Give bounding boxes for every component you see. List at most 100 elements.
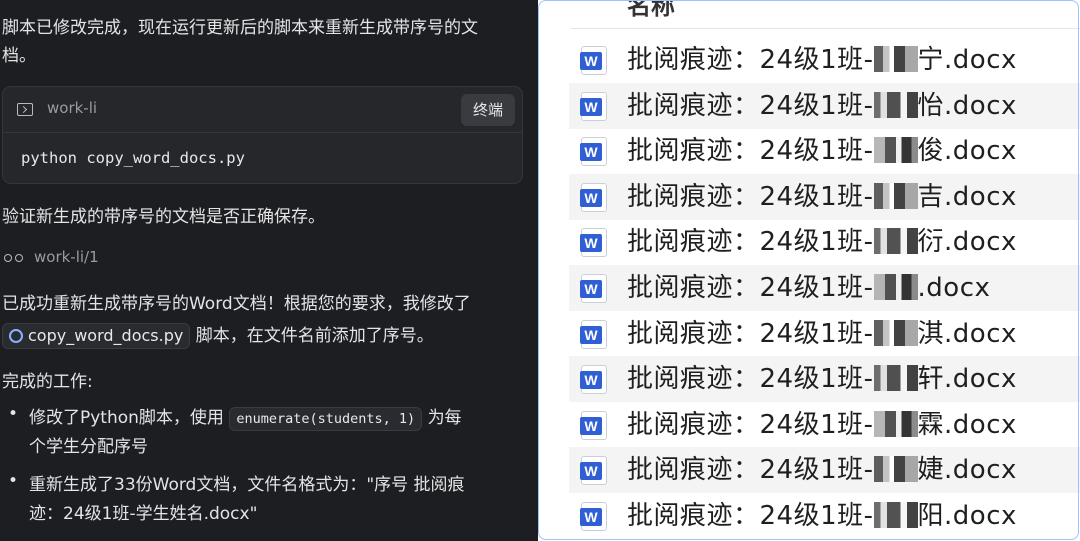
header-divider [571,28,1080,29]
redacted-name-mosaic [873,46,918,72]
file-chip[interactable]: copy_word_docs.py [2,323,191,349]
file-name-suffix: 霖.docx [917,409,1017,440]
bullet-item-2: 重新生成了33份Word文档，文件名格式为："序号 批阅痕 迹：24级1班-学生… [29,471,519,529]
file-name-prefix: 批阅痕迹：24级1班- [627,181,874,212]
redacted-name-mosaic [873,319,918,346]
terminal-header: work-li 终端 [3,87,522,133]
file-name: 批阅痕迹：24级1班- 霖.docx [627,405,1017,445]
screenshot-composite: 脚本已修改完成，现在运行更新后的脚本来重新生成带序号的文 档。 work-li … [0,0,1080,541]
word-doc-icon: W [580,228,607,258]
file-name: 批阅痕迹：24级1班- 婕.docx [627,450,1017,490]
word-doc-icon: W [580,46,607,75]
terminal-block: work-li 终端 python copy_word_docs.py [2,86,523,184]
column-header-name[interactable]: 名称 [627,0,675,21]
word-doc-icon: W [580,91,607,121]
file-row[interactable]: W 批阅痕迹：24级1班- 怡.docx [569,82,1080,129]
bullet-item-1: 修改了Python脚本，使用 enumerate(students, 1) 为每… [29,404,519,462]
file-row[interactable]: W 批阅痕迹：24级1班- 宁.docx [569,37,1080,83]
file-row[interactable]: W 批阅痕迹：24级1班- 衍.docx [569,219,1080,265]
file-name-suffix: .docx [917,273,991,303]
file-row[interactable]: W 批阅痕迹：24级1班- 霖.docx [569,402,1080,448]
file-name-suffix: 衍.docx [917,227,1017,258]
word-doc-icon: W [580,456,607,486]
word-doc-icon: W [580,319,607,349]
file-row[interactable]: W 批阅痕迹：24级1班- 轩.docx [569,356,1080,403]
word-doc-icon: W [580,365,607,395]
file-name-suffix: 俊.docx [917,136,1017,167]
bullet-1-text-a: 修改了Python脚本，使用 [29,408,224,428]
word-doc-icon: W [580,137,607,167]
file-name-prefix: 批阅痕迹：24级1班- [627,501,874,531]
file-name: 批阅痕迹：24级1班- 衍.docx [627,222,1017,262]
open-terminal-button[interactable]: 终端 [460,94,515,126]
file-row[interactable]: W 批阅痕迹：24级1班- .docx [569,265,1080,311]
word-logo-icon: W [580,416,602,435]
file-name-prefix: 批阅痕迹：24级1班- [627,136,874,167]
word-doc-icon: W [580,502,607,531]
file-name-suffix: 淇.docx [917,318,1017,349]
bullet-1-text-b: 为每 [427,408,462,428]
file-chip-label: copy_word_docs.py [28,326,184,345]
file-name: 批阅痕迹：24级1班- 俊.docx [627,131,1017,171]
terminal-command: python copy_word_docs.py [21,149,245,167]
word-logo-icon: W [580,508,602,526]
word-logo-icon: W [580,188,602,207]
word-logo-icon: W [580,325,602,344]
file-row[interactable]: W 批阅痕迹：24级1班- 婕.docx [569,447,1080,494]
redacted-name-mosaic [873,365,918,392]
file-name-suffix: 轩.docx [917,364,1017,395]
word-logo-icon: W [580,234,602,253]
file-name-prefix: 批阅痕迹：24级1班- [627,273,874,303]
file-name-prefix: 批阅痕迹：24级1班- [627,227,874,258]
terminal-icon [17,103,33,116]
file-row[interactable]: W 批阅痕迹：24级1班- 吉.docx [569,173,1080,220]
redacted-name-mosaic [873,137,918,164]
file-name: 批阅痕迹：24级1班- .docx [627,268,990,308]
word-logo-icon: W [580,143,602,162]
word-doc-icon: W [580,410,607,440]
inline-code: enumerate(students, 1) [229,407,423,431]
word-logo-icon: W [580,462,602,481]
done-heading: 完成的工作: [2,372,93,392]
glasses-icon [4,253,24,263]
result-message: 已成功重新生成带序号的Word文档！根据您的要求，我修改了 copy_word_… [2,288,530,352]
bullet-dot: • [8,404,19,424]
result-line-2: 脚本，在文件名前添加了序号。 [195,326,434,346]
bullet-1-text-c: 个学生分配序号 [29,437,148,457]
word-logo-icon: W [580,280,602,298]
file-row[interactable]: W 批阅痕迹：24级1班- 俊.docx [569,128,1080,174]
file-row[interactable]: W 批阅痕迹：24级1班- 淇.docx [569,311,1080,357]
intro-line-1: 脚本已修改完成，现在运行更新后的脚本来重新生成带序号的文 [2,18,478,38]
redacted-name-mosaic [873,182,918,209]
panel-divider [538,0,561,541]
tool-call-line[interactable]: work-li/1 [4,246,99,268]
file-name-suffix: 怡.docx [917,90,1017,121]
file-name-prefix: 批阅痕迹：24级1班- [627,318,874,349]
file-name-prefix: 批阅痕迹：24级1班- [627,409,874,440]
file-name-prefix: 批阅痕迹：24级1班- [627,45,874,75]
file-name: 批阅痕迹：24级1班- 宁.docx [627,40,1017,80]
file-name: 批阅痕迹：24级1班- 淇.docx [627,314,1017,354]
word-logo-icon: W [580,52,602,70]
chat-panel: 脚本已修改完成，现在运行更新后的脚本来重新生成带序号的文 档。 work-li … [0,0,538,541]
assistant-message-intro: 脚本已修改完成，现在运行更新后的脚本来重新生成带序号的文 档。 [2,14,530,70]
file-name-prefix: 批阅痕迹：24级1班- [627,90,874,121]
result-line-1: 已成功重新生成带序号的Word文档！根据您的要求，我修改了 [2,294,471,314]
python-file-icon [9,329,23,343]
redacted-name-mosaic [873,410,918,437]
file-row[interactable]: W 批阅痕迹：24级1班- 阳.docx [569,493,1080,539]
word-logo-icon: W [580,97,602,116]
bullet-dot: • [8,471,19,491]
file-name: 批阅痕迹：24级1班- 怡.docx [627,86,1017,126]
file-name: 批阅痕迹：24级1班- 吉.docx [627,177,1017,217]
file-name: 批阅痕迹：24级1班- 轩.docx [627,359,1017,399]
verify-text: 验证新生成的带序号的文档是否正确保存。 [2,207,325,227]
file-name-suffix: 宁.docx [917,45,1017,75]
file-name-prefix: 批阅痕迹：24级1班- [627,455,874,486]
redacted-name-mosaic [873,456,918,483]
file-list-panel: 名称 W 批阅痕迹：24级1班- 宁.docx W 批阅痕迹：24级1班- 怡.docx W… [561,0,1080,541]
word-logo-icon: W [580,371,602,390]
word-doc-icon: W [580,274,607,303]
redacted-name-mosaic [873,274,918,300]
intro-line-2: 档。 [2,46,36,66]
